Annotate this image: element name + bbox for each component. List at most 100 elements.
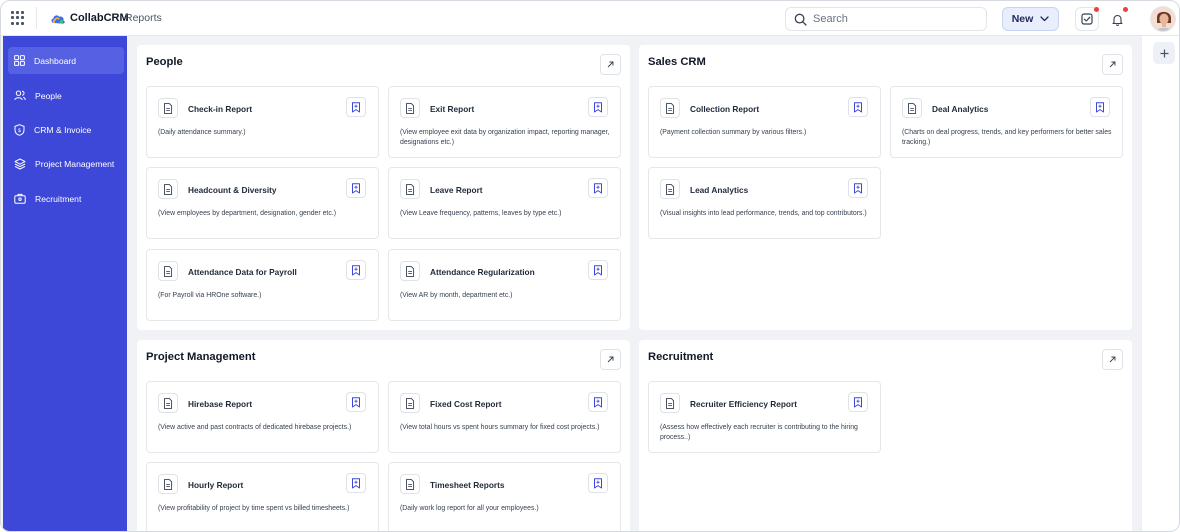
bookmark-icon	[352, 182, 360, 193]
new-button-label: New	[1011, 13, 1034, 25]
bookmark-button[interactable]	[346, 473, 366, 493]
avatar-image	[1151, 7, 1175, 31]
report-description: (View total hours vs spent hours summary…	[400, 424, 600, 431]
sidebar-item-label: Project Management	[35, 158, 115, 169]
notifications-button[interactable]	[1105, 7, 1129, 31]
report-description: (Daily work log report for all your empl…	[400, 505, 539, 512]
report-card-lead-analytics[interactable]: Lead Analytics (Visual insights into lea…	[648, 167, 881, 239]
section-title: Project Management	[146, 351, 256, 363]
report-card-attendance-payroll[interactable]: Attendance Data for Payroll (For Payroll…	[146, 249, 379, 321]
bookmark-button[interactable]	[588, 392, 608, 412]
report-card-fixed-cost[interactable]: Fixed Cost Report (View total hours vs s…	[388, 381, 621, 453]
section-title: Recruitment	[648, 351, 714, 363]
report-title: Recruiter Efficiency Report	[690, 399, 797, 409]
shield-icon: $	[14, 123, 25, 136]
report-card-timesheet[interactable]: Timesheet Reports (Daily work log report…	[388, 462, 621, 531]
search-input[interactable]: Search	[785, 7, 987, 31]
report-card-check-in[interactable]: Check-in Report (Daily attendance summar…	[146, 86, 379, 158]
report-card-hirebase[interactable]: Hirebase Report (View active and past co…	[146, 381, 379, 453]
document-icon	[158, 393, 178, 413]
sidebar-item-people[interactable]: People	[8, 82, 124, 109]
report-description: (Payment collection summary by various f…	[660, 129, 807, 136]
bookmark-button[interactable]	[346, 392, 366, 412]
expand-button[interactable]	[1102, 54, 1123, 75]
new-button[interactable]: New	[1002, 7, 1059, 31]
report-title: Hirebase Report	[188, 399, 253, 409]
report-title: Hourly Report	[188, 480, 244, 490]
document-icon	[660, 98, 680, 118]
report-card-deal-analytics[interactable]: Deal Analytics (Charts on deal progress,…	[890, 86, 1123, 158]
notification-dot	[1123, 7, 1128, 12]
bookmark-icon	[854, 396, 862, 407]
report-card-hourly[interactable]: Hourly Report (View profitability of pro…	[146, 462, 379, 531]
top-bar: CollabCRM Reports Search New	[1, 1, 1179, 36]
expand-button[interactable]	[1102, 349, 1123, 370]
bookmark-icon	[594, 101, 602, 112]
bookmark-button[interactable]	[346, 260, 366, 280]
user-avatar[interactable]	[1150, 6, 1176, 32]
document-icon	[158, 179, 178, 199]
report-description: (View Leave frequency, patterns, leaves …	[400, 210, 562, 217]
section-title: People	[146, 56, 183, 68]
report-description: (View profitability of project by time s…	[158, 505, 350, 512]
divider	[36, 7, 37, 29]
bookmark-icon	[352, 396, 360, 407]
bookmark-button[interactable]	[588, 97, 608, 117]
sidebar-item-dashboard[interactable]: Dashboard	[8, 47, 124, 74]
bell-icon	[1111, 14, 1123, 26]
bookmark-button[interactable]	[848, 178, 868, 198]
sidebar-item-project-management[interactable]: Project Management	[8, 150, 124, 177]
bookmark-button[interactable]	[848, 392, 868, 412]
bookmark-button[interactable]	[346, 97, 366, 117]
report-card-exit[interactable]: Exit Report (View employee exit data by …	[388, 86, 621, 158]
report-card-collection[interactable]: Collection Report (Payment collection su…	[648, 86, 881, 158]
bookmark-icon	[594, 182, 602, 193]
report-card-attendance-regularization[interactable]: Attendance Regularization (View AR by mo…	[388, 249, 621, 321]
document-icon	[400, 393, 420, 413]
report-title: Deal Analytics	[932, 104, 989, 114]
arrow-up-right-icon	[607, 356, 614, 363]
document-icon	[902, 98, 922, 118]
cloud-logo-icon	[51, 15, 65, 24]
bookmark-button[interactable]	[346, 178, 366, 198]
bookmark-icon	[594, 396, 602, 407]
sidebar-item-recruitment[interactable]: Recruitment	[8, 185, 124, 212]
bookmark-button[interactable]	[1090, 97, 1110, 117]
report-description: (View AR by month, department etc.)	[400, 292, 513, 299]
report-description: (Daily attendance summary.)	[158, 129, 246, 136]
bookmark-button[interactable]	[848, 97, 868, 117]
document-icon	[158, 261, 178, 281]
document-icon	[158, 474, 178, 494]
expand-button[interactable]	[600, 54, 621, 75]
bookmark-button[interactable]	[588, 178, 608, 198]
briefcase-icon	[14, 193, 26, 204]
app-launcher-icon[interactable]	[11, 11, 25, 25]
sidebar-item-label: People	[35, 90, 62, 101]
report-description: (View employee exit data by organization…	[400, 129, 610, 146]
report-description: (Visual insights into lead performance, …	[660, 210, 867, 217]
report-card-headcount[interactable]: Headcount & Diversity (View employees by…	[146, 167, 379, 239]
report-description: (View active and past contracts of dedic…	[158, 424, 352, 431]
add-widget-button[interactable]	[1153, 42, 1175, 64]
bookmark-icon	[594, 477, 602, 488]
checkbox-icon	[1081, 13, 1093, 25]
report-card-leave[interactable]: Leave Report (View Leave frequency, patt…	[388, 167, 621, 239]
app-logo[interactable]: CollabCRM	[50, 11, 129, 25]
notification-dot	[1094, 7, 1099, 12]
arrow-up-right-icon	[1109, 356, 1116, 363]
tasks-button[interactable]	[1075, 7, 1099, 31]
expand-button[interactable]	[600, 349, 621, 370]
bookmark-button[interactable]	[588, 260, 608, 280]
arrow-up-right-icon	[607, 61, 614, 68]
dashboard-grid-icon	[14, 55, 25, 66]
report-title: Headcount & Diversity	[188, 185, 277, 195]
report-card-recruiter-efficiency[interactable]: Recruiter Efficiency Report (Assess how …	[648, 381, 881, 453]
document-icon	[400, 474, 420, 494]
sidebar-item-crm-invoice[interactable]: $ CRM & Invoice	[8, 116, 124, 143]
report-title: Exit Report	[430, 104, 475, 114]
bookmark-button[interactable]	[588, 473, 608, 493]
report-title: Fixed Cost Report	[430, 399, 502, 409]
users-icon	[14, 90, 26, 101]
sidebar-item-label: Recruitment	[35, 193, 82, 204]
app-name: CollabCRM	[70, 12, 129, 24]
